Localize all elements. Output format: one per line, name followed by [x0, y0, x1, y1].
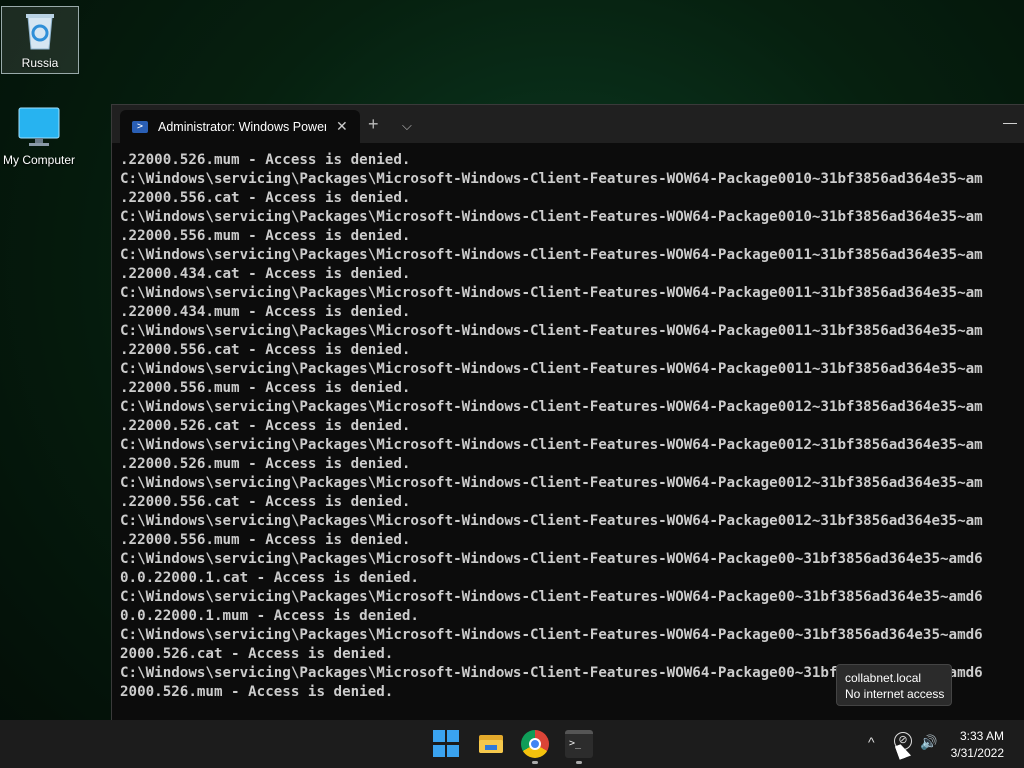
console-line: C:\Windows\servicing\Packages\Microsoft-…: [120, 437, 983, 453]
taskbar: >_ ^ ⊘ 🔊 3:33 AM 3/31/2022: [0, 720, 1024, 768]
console-line: C:\Windows\servicing\Packages\Microsoft-…: [120, 247, 983, 263]
tab-title: Administrator: Windows PowerS: [158, 119, 326, 134]
desktop-icon-my-computer[interactable]: My Computer: [1, 106, 77, 167]
terminal-tab-bar: > Administrator: Windows PowerS ✕ + ⌵ —: [112, 105, 1024, 143]
console-line: C:\Windows\servicing\Packages\Microsoft-…: [120, 209, 983, 225]
minimize-button[interactable]: —: [1003, 111, 1017, 133]
clock-time: 3:33 AM: [959, 729, 1004, 743]
console-line: .22000.556.cat - Access is denied.: [120, 494, 411, 510]
volume-icon[interactable]: 🔊: [920, 734, 937, 751]
clock-date: 3/31/2022: [950, 746, 1004, 760]
desktop-icon-label: Russia: [21, 56, 59, 70]
terminal-icon[interactable]: >_: [565, 730, 593, 758]
console-line: 0.0.22000.1.mum - Access is denied.: [120, 608, 419, 624]
console-line: C:\Windows\servicing\Packages\Microsoft-…: [120, 551, 983, 567]
console-line: .22000.526.cat - Access is denied.: [120, 418, 411, 434]
console-line: .22000.434.cat - Access is denied.: [120, 266, 411, 282]
chrome-icon[interactable]: [521, 730, 549, 758]
console-line: .22000.526.mum - Access is denied.: [120, 152, 411, 168]
console-line: C:\Windows\servicing\Packages\Microsoft-…: [120, 589, 983, 605]
desktop-icon-label: My Computer: [2, 153, 76, 167]
console-output[interactable]: .22000.526.mum - Access is denied. C:\Win…: [112, 143, 1024, 702]
console-line: C:\Windows\servicing\Packages\Microsoft-…: [120, 627, 983, 643]
chevron-up-icon[interactable]: ^: [868, 734, 875, 750]
console-line: .22000.556.cat - Access is denied.: [120, 190, 411, 206]
console-line: C:\Windows\servicing\Packages\Microsoft-…: [120, 171, 983, 187]
recycle-bin-icon: [26, 14, 54, 50]
tooltip-network-name: collabnet.local: [845, 671, 922, 685]
new-tab-button[interactable]: +: [368, 113, 379, 135]
close-icon[interactable]: ✕: [336, 118, 348, 135]
console-line: C:\Windows\servicing\Packages\Microsoft-…: [120, 323, 983, 339]
running-indicator: [532, 761, 538, 764]
tooltip-network-status: No internet access: [845, 687, 945, 701]
console-line: C:\Windows\servicing\Packages\Microsoft-…: [120, 285, 983, 301]
tab-powershell[interactable]: > Administrator: Windows PowerS ✕: [120, 110, 360, 143]
console-line: C:\Windows\servicing\Packages\Microsoft-…: [120, 513, 983, 529]
console-line: 0.0.22000.1.cat - Access is denied.: [120, 570, 419, 586]
start-icon[interactable]: [433, 730, 461, 758]
console-line: C:\Windows\servicing\Packages\Microsoft-…: [120, 399, 983, 415]
powershell-icon: >: [132, 120, 148, 133]
console-line: C:\Windows\servicing\Packages\Microsoft-…: [120, 361, 983, 377]
console-line: .22000.556.cat - Access is denied.: [120, 342, 411, 358]
chevron-down-icon[interactable]: ⌵: [402, 115, 412, 137]
network-tooltip: collabnet.local No internet access: [836, 664, 952, 706]
console-line: .22000.434.mum - Access is denied.: [120, 304, 411, 320]
monitor-icon: [18, 107, 60, 146]
desktop-icon-russia[interactable]: Russia: [1, 6, 79, 74]
file-explorer-icon[interactable]: [477, 730, 505, 758]
console-line: .22000.526.mum - Access is denied.: [120, 456, 411, 472]
console-line: .22000.556.mum - Access is denied.: [120, 532, 411, 548]
clock[interactable]: 3:33 AM 3/31/2022: [951, 728, 1004, 762]
console-line: .22000.556.mum - Access is denied.: [120, 380, 411, 396]
running-indicator: [576, 761, 582, 764]
console-line: .22000.556.mum - Access is denied.: [120, 228, 411, 244]
console-line: C:\Windows\servicing\Packages\Microsoft-…: [120, 475, 983, 491]
terminal-window[interactable]: > Administrator: Windows PowerS ✕ + ⌵ — …: [111, 104, 1024, 720]
console-line: 2000.526.cat - Access is denied.: [120, 646, 394, 662]
